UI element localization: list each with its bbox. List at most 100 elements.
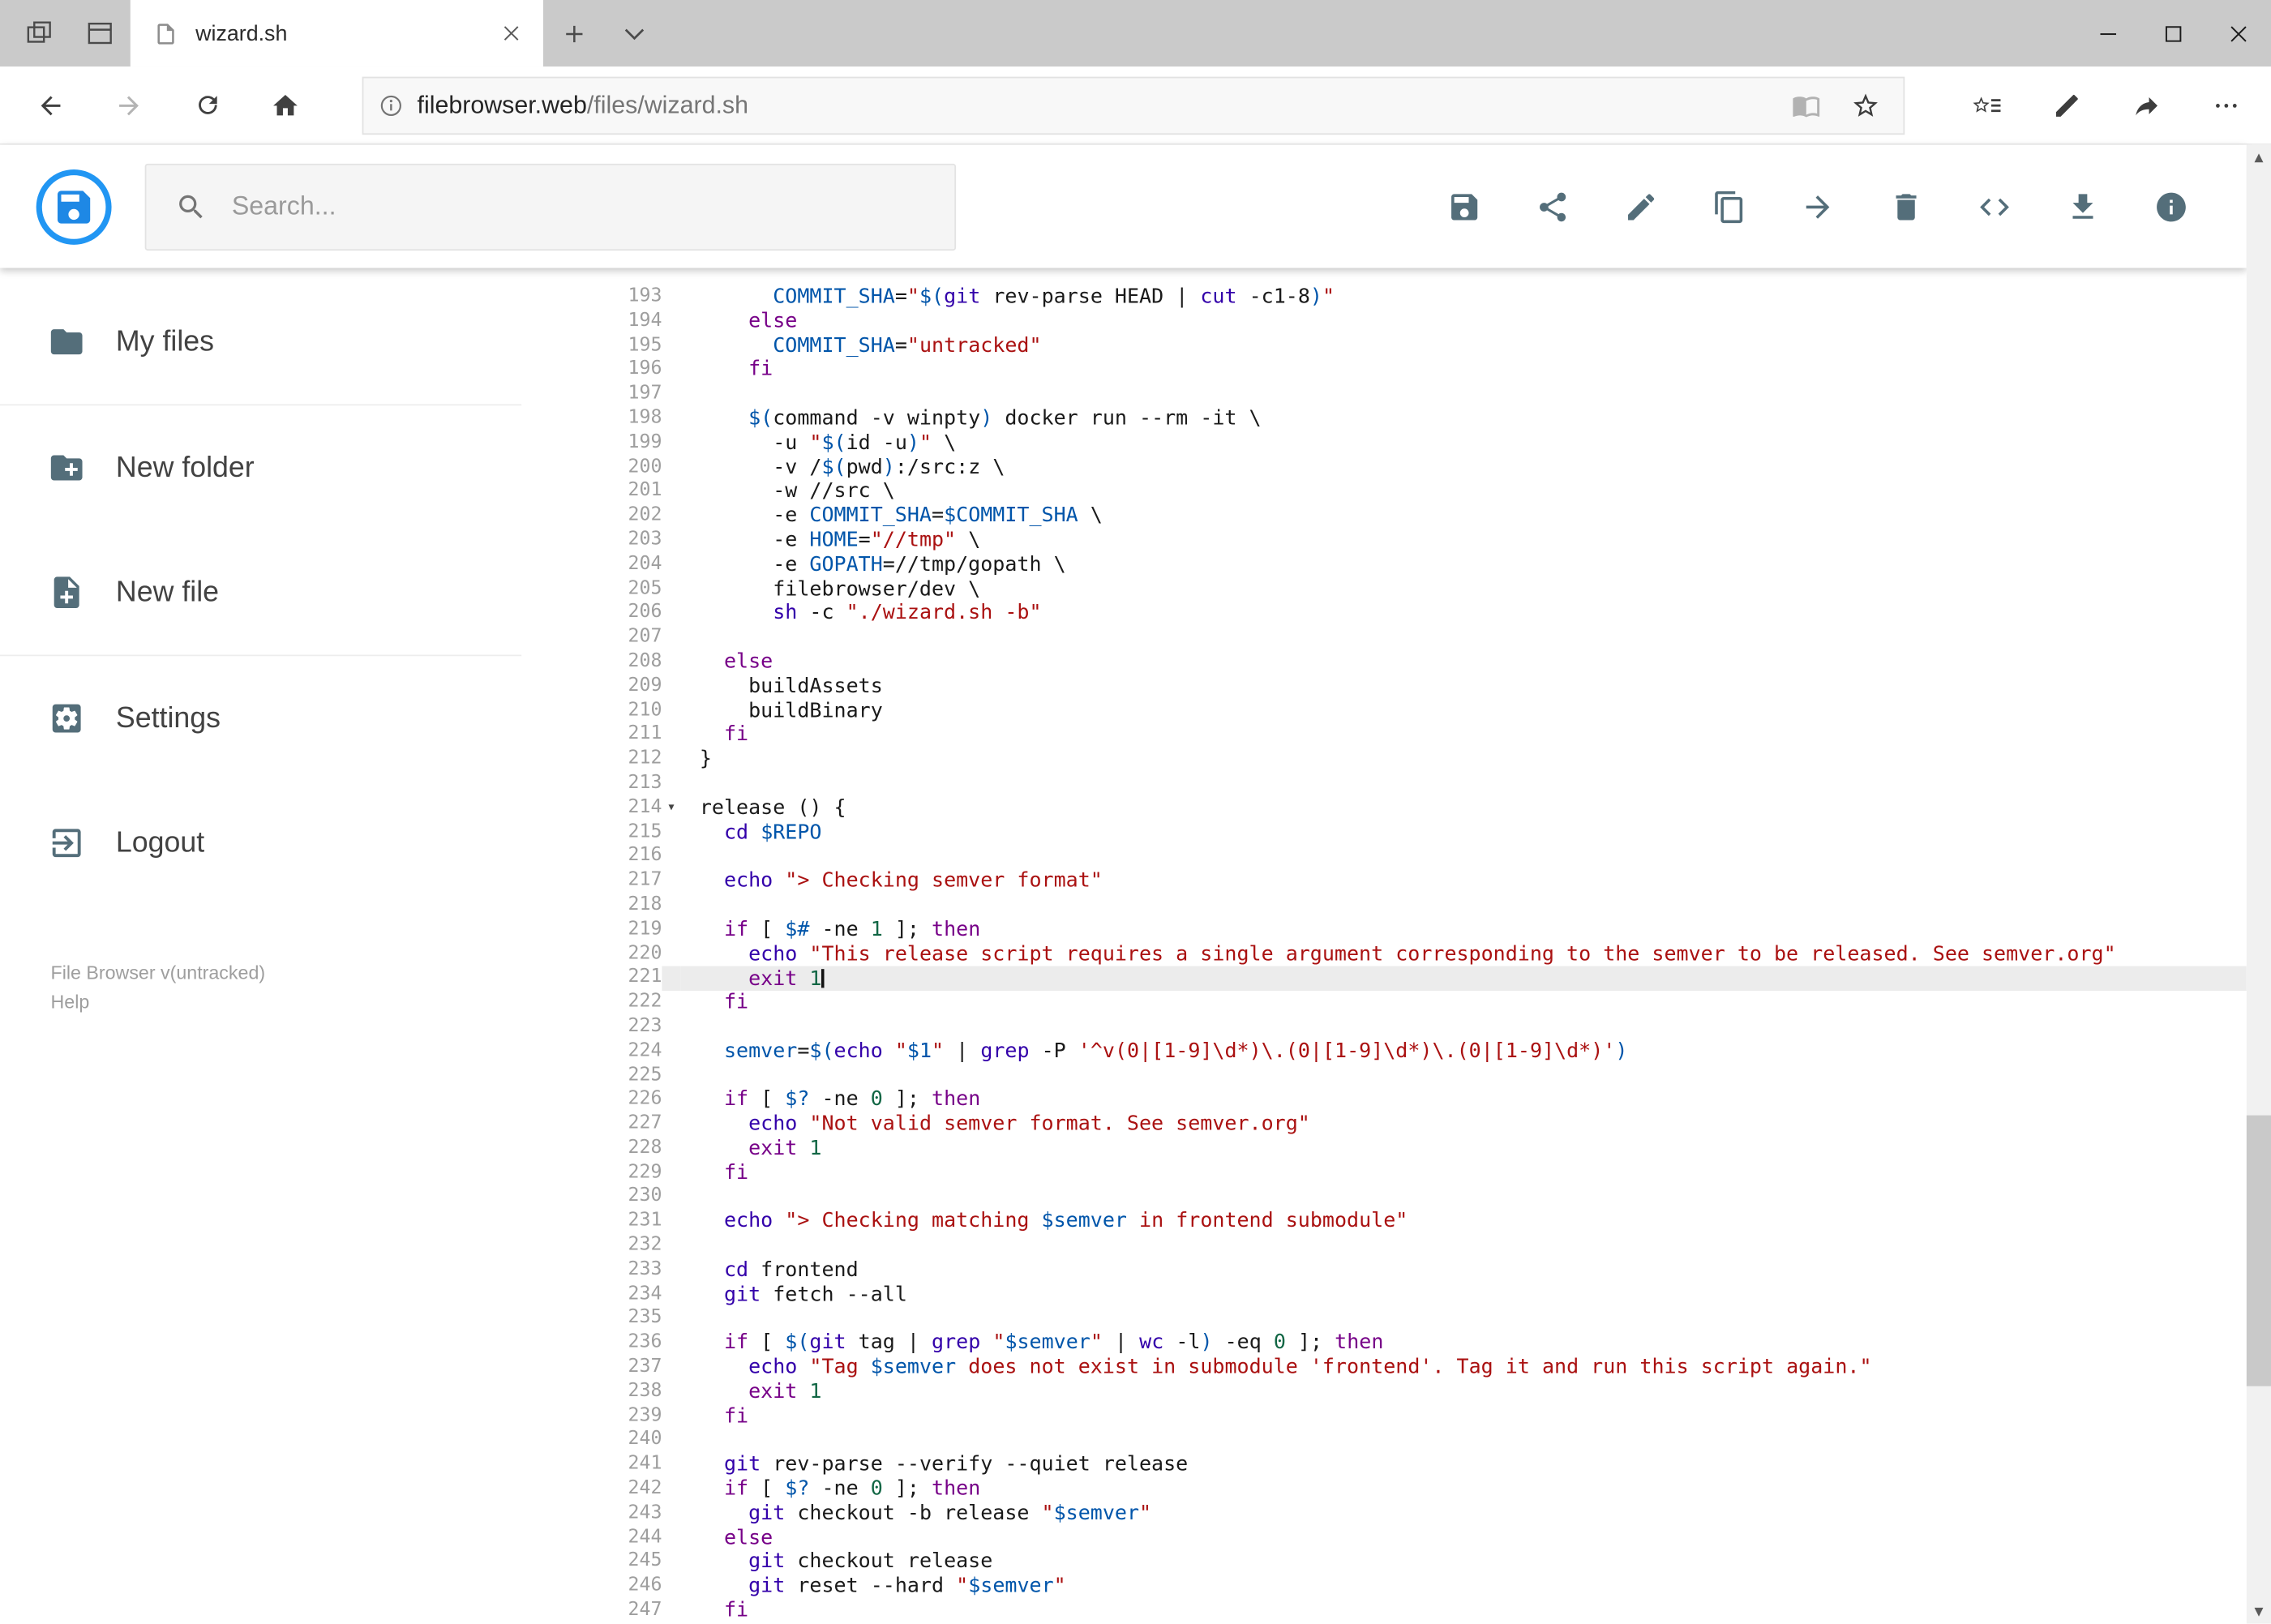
refresh-button[interactable]	[168, 66, 246, 144]
download-button[interactable]	[2066, 189, 2101, 224]
sidebar-item-label: New folder	[115, 451, 255, 483]
code-line: 205 filebrowser/dev \	[580, 577, 2247, 602]
search-box[interactable]	[144, 162, 957, 251]
new-tab-button[interactable]	[543, 0, 604, 66]
fold-gutter	[662, 1307, 680, 1331]
line-number: 235	[628, 1307, 662, 1330]
fold-arrow-icon[interactable]: ▾	[662, 796, 680, 821]
code-line: 214 ▾ release () {	[580, 796, 2247, 821]
line-number: 211	[628, 723, 662, 745]
code-text: -u "$(id -u)" \	[699, 431, 957, 455]
code-line: 200 -v /$(pwd):/src:z \	[580, 456, 2247, 480]
address-bar[interactable]: filebrowser.web/files/wizard.sh	[362, 75, 1905, 135]
scroll-up-arrow[interactable]: ▲	[2247, 145, 2271, 169]
code-editor[interactable]: 193 COMMIT_SHA="$(git rev-parse HEAD | c…	[579, 268, 2247, 1624]
more-button[interactable]	[2186, 66, 2265, 144]
scrollbar[interactable]: ▲ ▼	[2246, 144, 2271, 1624]
line-number: 197	[628, 382, 662, 405]
line-number: 196	[628, 358, 662, 380]
web-note-button[interactable]	[2026, 66, 2106, 144]
sidebar-item-logout[interactable]: Logout	[0, 781, 580, 906]
browser-tab[interactable]: wizard.sh	[130, 0, 543, 67]
sidebar-item-my-files[interactable]: My files	[0, 280, 580, 405]
line-number: 213	[628, 772, 662, 794]
code-line: 246 git reset --hard "$semver"	[580, 1575, 2247, 1599]
fold-gutter	[662, 1185, 680, 1210]
info-button[interactable]	[2154, 189, 2189, 224]
code-line: 241 git rev-parse --verify --quiet relea…	[580, 1453, 2247, 1477]
app-logo[interactable]	[36, 169, 112, 245]
set-tabs-aside-button[interactable]	[9, 0, 70, 66]
line-number: 212	[628, 748, 662, 769]
code-line: 198 $(command -v winpty) docker run --rm…	[580, 407, 2247, 431]
reading-view-button[interactable]	[1783, 79, 1829, 131]
line-number: 206	[628, 602, 662, 623]
maximize-button[interactable]	[2140, 0, 2205, 66]
help-link[interactable]: Help	[51, 988, 90, 1017]
url-text[interactable]: filebrowser.web/files/wizard.sh	[418, 91, 1771, 120]
share-button[interactable]	[2106, 66, 2186, 144]
fold-gutter	[662, 748, 680, 772]
hub-button[interactable]	[1947, 66, 2026, 144]
code-text: if [ $# -ne 1 ]; then	[723, 918, 981, 941]
fold-gutter	[662, 358, 680, 383]
rename-button[interactable]	[1624, 189, 1659, 224]
url-path: /files/wizard.sh	[586, 90, 749, 118]
code-line: 196 fi	[580, 358, 2247, 383]
fold-gutter	[662, 456, 680, 480]
scroll-down-arrow[interactable]: ▼	[2247, 1599, 2271, 1623]
save-button[interactable]	[1447, 189, 1482, 224]
minimize-button[interactable]	[2076, 0, 2140, 66]
home-button[interactable]	[246, 66, 324, 144]
line-number: 217	[628, 869, 662, 891]
fold-gutter	[662, 1477, 680, 1502]
site-info-icon[interactable]	[378, 92, 404, 118]
fold-gutter	[662, 1404, 680, 1429]
fold-gutter	[662, 991, 680, 1015]
close-tab-button[interactable]	[491, 13, 532, 54]
sidebar-item-new-folder[interactable]: New folder	[0, 405, 580, 530]
ellipsis-icon	[2215, 103, 2236, 107]
code-text: -w //src \	[699, 480, 895, 503]
line-number: 236	[628, 1331, 662, 1354]
line-number: 247	[628, 1599, 662, 1622]
share-file-button[interactable]	[1536, 189, 1570, 224]
code-line: 199 -u "$(id -u)" \	[580, 431, 2247, 456]
move-button[interactable]	[1801, 189, 1836, 224]
code-text: git rev-parse --verify --quiet release	[723, 1453, 1189, 1476]
search-input[interactable]	[229, 190, 867, 224]
copy-button[interactable]	[1712, 189, 1747, 224]
add-favorite-button[interactable]	[1842, 79, 1888, 131]
tab-list-chevron-button[interactable]	[604, 0, 665, 66]
scrollbar-thumb[interactable]	[2246, 1115, 2271, 1386]
back-button[interactable]	[11, 66, 89, 144]
tab-preview-button[interactable]	[70, 0, 131, 66]
line-number: 219	[628, 918, 662, 940]
url-host: filebrowser.web	[417, 90, 587, 118]
delete-button[interactable]	[1889, 189, 1924, 224]
sidebar-item-settings[interactable]: Settings	[0, 656, 580, 781]
code-line: 194 else	[580, 310, 2247, 334]
close-window-button[interactable]	[2206, 0, 2271, 66]
forward-button[interactable]	[90, 66, 168, 144]
code-line: 210 buildBinary	[580, 699, 2247, 723]
fold-gutter	[662, 1112, 680, 1137]
filebrowser-app: My files New folder New file Settings Lo…	[0, 144, 2247, 1624]
line-number: 216	[628, 845, 662, 867]
sidebar-item-new-file[interactable]: New file	[0, 530, 580, 655]
code-line: 224 semver=$(echo "$1" | grep -P '^v(0|[…	[580, 1039, 2247, 1064]
line-number: 230	[628, 1185, 662, 1208]
raw-code-button[interactable]	[1977, 189, 2012, 224]
forward-icon	[119, 95, 139, 115]
code-text: -e GOPATH=//tmp/gopath \	[699, 553, 1066, 576]
code-line: 237 echo "Tag $semver does not exist in …	[580, 1356, 2247, 1380]
search-icon	[179, 194, 203, 218]
line-number: 226	[628, 1088, 662, 1110]
code-text: -e COMMIT_SHA=$COMMIT_SHA \	[699, 504, 1103, 528]
sidebar-item-label: Logout	[115, 826, 205, 859]
close-icon	[2230, 25, 2247, 41]
fold-gutter	[662, 334, 680, 358]
fold-gutter	[662, 650, 680, 675]
code-line: 206 sh -c "./wizard.sh -b"	[580, 602, 2247, 626]
